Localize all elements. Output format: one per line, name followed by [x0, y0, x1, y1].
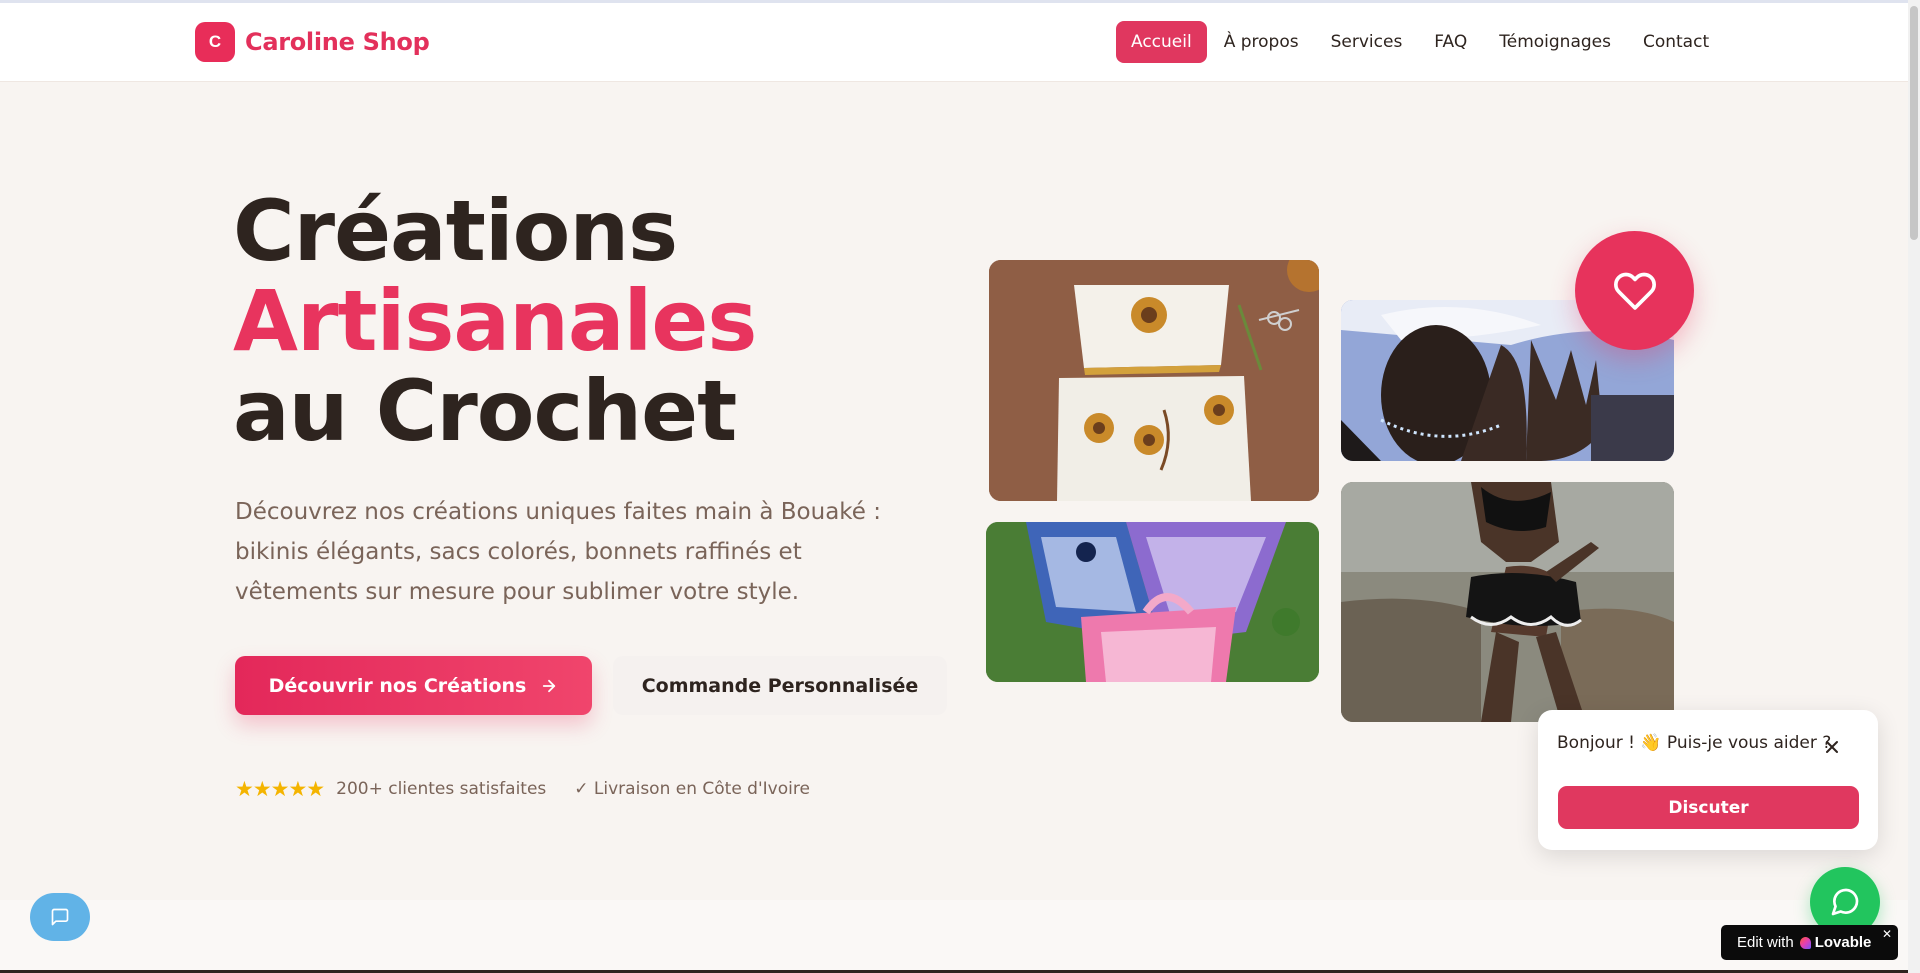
- rating-stars: ★★★★★: [235, 777, 325, 801]
- lovable-prefix: Edit with: [1737, 934, 1794, 951]
- close-icon[interactable]: [1824, 739, 1840, 755]
- crochet-bikini-image: [1341, 482, 1674, 722]
- next-section: [0, 900, 1908, 973]
- rating-text: 200+ clientes satisfaites: [336, 779, 547, 799]
- discover-creations-button[interactable]: Découvrir nos Créations: [235, 656, 592, 715]
- lovable-logo-icon: [1799, 936, 1811, 949]
- nav-item-contact[interactable]: Contact: [1628, 21, 1724, 63]
- whatsapp-icon: [1831, 888, 1859, 916]
- main-nav: Accueil À propos Services FAQ Témoignage…: [1116, 21, 1726, 63]
- hero-title: Créations Artisanales au Crochet: [233, 182, 757, 460]
- hero-title-accent: Artisanales: [233, 272, 757, 370]
- rating-row: ★★★★★ 200+ clientes satisfaites ✓ Livrai…: [235, 777, 810, 801]
- hero-title-line-3: au Crochet: [233, 362, 737, 460]
- chat-discuss-button[interactable]: Discuter: [1558, 786, 1859, 829]
- custom-order-button[interactable]: Commande Personnalisée: [613, 656, 947, 715]
- logo-badge: C: [195, 22, 235, 62]
- delivery-text: ✓ Livraison en Côte d'Ivoire: [574, 779, 810, 799]
- logo[interactable]: C Caroline Shop: [195, 22, 430, 62]
- nav-item-faq[interactable]: FAQ: [1419, 21, 1482, 63]
- page-scrollbar[interactable]: [1908, 0, 1920, 973]
- logo-text: Caroline Shop: [245, 28, 430, 56]
- scroll-thumb[interactable]: [1910, 6, 1918, 240]
- discover-creations-label: Découvrir nos Créations: [268, 674, 527, 697]
- crochet-bags-image: [986, 522, 1319, 682]
- chat-popup: Bonjour ! 👋 Puis-je vous aider ? Discute…: [1538, 710, 1878, 850]
- hero-title-line-1: Créations: [233, 182, 678, 280]
- chat-icon: [51, 908, 69, 926]
- site-header: C Caroline Shop Accueil À propos Service…: [0, 3, 1908, 82]
- edit-with-lovable-badge[interactable]: Edit with Lovable ✕: [1721, 925, 1898, 960]
- nav-item-accueil[interactable]: Accueil: [1116, 21, 1207, 63]
- custom-order-label: Commande Personnalisée: [641, 674, 919, 697]
- help-chat-button[interactable]: [30, 893, 90, 941]
- favorite-badge[interactable]: [1575, 231, 1694, 350]
- nav-item-temoignages[interactable]: Témoignages: [1484, 21, 1626, 63]
- lovable-brand: Lovable: [1814, 934, 1872, 951]
- chat-message: Bonjour ! 👋 Puis-je vous aider ?: [1557, 733, 1832, 753]
- heart-icon: [1613, 272, 1656, 310]
- crochet-set-image: [989, 260, 1319, 501]
- lovable-close-icon[interactable]: ✕: [1882, 927, 1892, 941]
- arrow-right-icon: [543, 679, 556, 692]
- hero-description: Découvrez nos créations uniques faites m…: [235, 499, 882, 605]
- nav-item-a-propos[interactable]: À propos: [1209, 21, 1314, 63]
- nav-item-services[interactable]: Services: [1316, 21, 1418, 63]
